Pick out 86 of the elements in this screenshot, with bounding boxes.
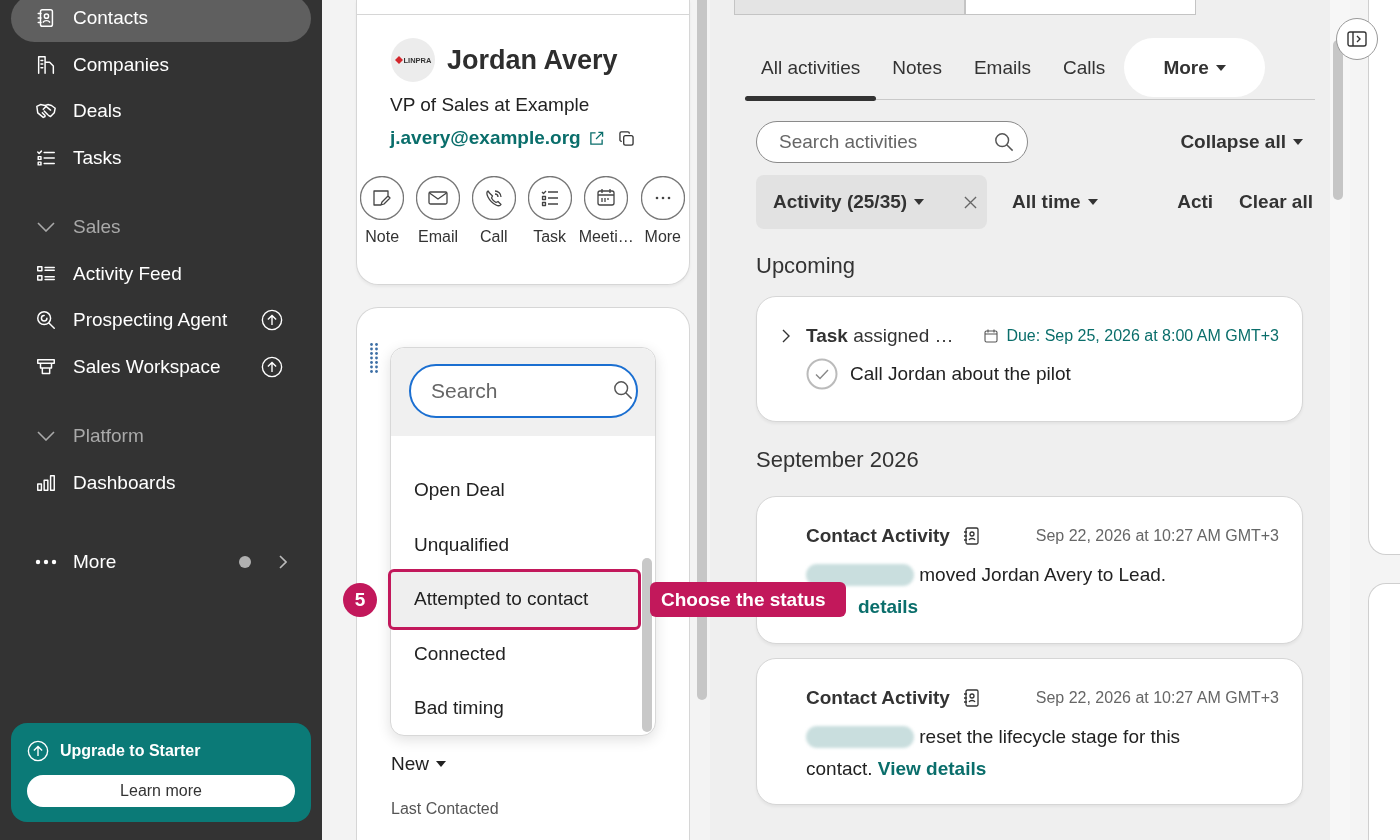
close-icon[interactable] — [964, 195, 977, 209]
chevron-down-icon — [37, 431, 55, 442]
search-field[interactable]: Search activities — [756, 121, 1028, 163]
action-button[interactable]: Email — [411, 176, 465, 247]
nav-item[interactable]: Dashboards — [11, 459, 311, 506]
checklist-icon — [527, 176, 572, 220]
nav-item[interactable]: Tasks — [11, 134, 311, 181]
menu-option[interactable]: Unqualified — [391, 517, 638, 572]
clear-all-button[interactable]: Clear all — [1239, 191, 1313, 213]
caret-icon — [1293, 139, 1303, 145]
due-date: Due: Sep 25, 2026 at 8:00 AM GMT+3 — [1006, 327, 1279, 345]
activity-description: reset the lifecycle stage for this contact. View details — [806, 721, 1236, 785]
timestamp: Sep 22, 2026 at 10:27 AM GMT+3 — [1035, 527, 1279, 545]
section-header[interactable]: Platform — [11, 413, 311, 460]
more-tab[interactable]: More — [1124, 38, 1266, 97]
nav-item[interactable]: Companies — [11, 41, 311, 88]
section-heading: Upcoming — [756, 253, 857, 279]
action-button[interactable]: Meeti… — [579, 176, 634, 247]
note-pencil-icon — [360, 176, 405, 220]
calendar-icon — [584, 176, 629, 220]
search-icon — [994, 132, 1014, 152]
contact-book-icon — [962, 689, 979, 707]
filter-chip[interactable]: Activity (25/35) — [756, 175, 987, 229]
search-field[interactable]: Search — [409, 364, 638, 418]
menu-option[interactable]: Bad timing — [391, 681, 638, 736]
activity-type: Contact Activity — [806, 687, 950, 709]
chevron-right-icon — [279, 555, 287, 570]
action-button[interactable]: More — [636, 176, 689, 247]
diamond-icon — [394, 56, 403, 64]
activity-type: Contact Activity — [806, 525, 950, 547]
menu-option[interactable]: Attempted to contact — [391, 572, 638, 627]
guide-tooltip: Choose the status — [650, 582, 846, 617]
section-heading: September 2026 — [756, 447, 920, 473]
email-link[interactable]: j.avery@example.org — [390, 127, 581, 149]
scrollbar-thumb[interactable] — [642, 558, 652, 732]
job-title: VP of Sales at Example — [390, 94, 591, 116]
nav-item[interactable]: Activity Feed — [11, 250, 311, 297]
menu-option[interactable]: Connected — [391, 626, 638, 681]
task-title: Task assigned … — [806, 325, 954, 347]
contact-name: Jordan Avery — [447, 44, 618, 76]
view-details-link[interactable]: details — [858, 591, 919, 623]
view-details-link[interactable]: View details — [877, 753, 987, 785]
calendar-icon — [984, 329, 999, 343]
action-button[interactable]: Note — [356, 176, 409, 247]
dots-icon — [35, 559, 57, 566]
tab[interactable]: Emails — [957, 38, 1047, 97]
sidebar-toggle-icon — [1347, 31, 1367, 47]
section-header[interactable]: Sales — [11, 204, 311, 251]
upgrade-title: Upgrade to Starter — [60, 742, 201, 760]
arrow-up-circle-icon — [27, 740, 49, 762]
scrollbar-thumb[interactable] — [1333, 40, 1343, 200]
caret-icon — [436, 761, 446, 767]
external-link-icon[interactable] — [588, 130, 604, 146]
action-button[interactable]: Call — [467, 176, 520, 247]
caret-icon — [1087, 199, 1098, 205]
copy-icon[interactable] — [618, 130, 634, 146]
nav-item[interactable]: Deals — [11, 88, 311, 135]
magnifier-icon — [35, 309, 57, 332]
building-icon — [35, 53, 57, 76]
task-name: Call Jordan about the pilot — [850, 363, 1071, 385]
nav-item[interactable]: Prospecting Agent — [11, 297, 311, 344]
collapse-all-button[interactable]: Collapse all — [1180, 131, 1303, 153]
filter-dropdown[interactable]: Acti — [1177, 191, 1214, 213]
tab[interactable]: Calls — [1046, 38, 1122, 97]
filter-dropdown[interactable]: All time — [1012, 191, 1098, 213]
status-dropdown[interactable]: New — [391, 752, 446, 776]
caret-icon — [1215, 64, 1226, 71]
nav-item[interactable]: Sales Workspace — [11, 343, 311, 390]
field-label: Last Contacted — [391, 799, 500, 819]
dots-icon — [640, 176, 685, 220]
envelope-icon — [416, 176, 460, 220]
timestamp: Sep 22, 2026 at 10:27 AM GMT+3 — [1035, 689, 1279, 707]
chevron-down-icon — [37, 222, 55, 233]
tab[interactable]: Notes — [876, 38, 958, 97]
drag-handle-icon[interactable] — [370, 343, 378, 373]
check-circle-icon[interactable] — [806, 358, 838, 390]
phone-icon — [471, 176, 516, 220]
action-button[interactable]: Task — [523, 176, 576, 247]
learn-more-button[interactable]: Learn more — [27, 775, 295, 807]
nav-item[interactable]: Contacts — [11, 0, 311, 42]
chevron-right-icon[interactable] — [782, 329, 790, 343]
menu-option[interactable]: Open Deal — [391, 463, 638, 518]
caret-icon — [914, 199, 925, 205]
contact-book-icon — [962, 527, 979, 545]
search-icon — [613, 380, 633, 400]
more-menu-item[interactable]: More — [11, 539, 311, 586]
